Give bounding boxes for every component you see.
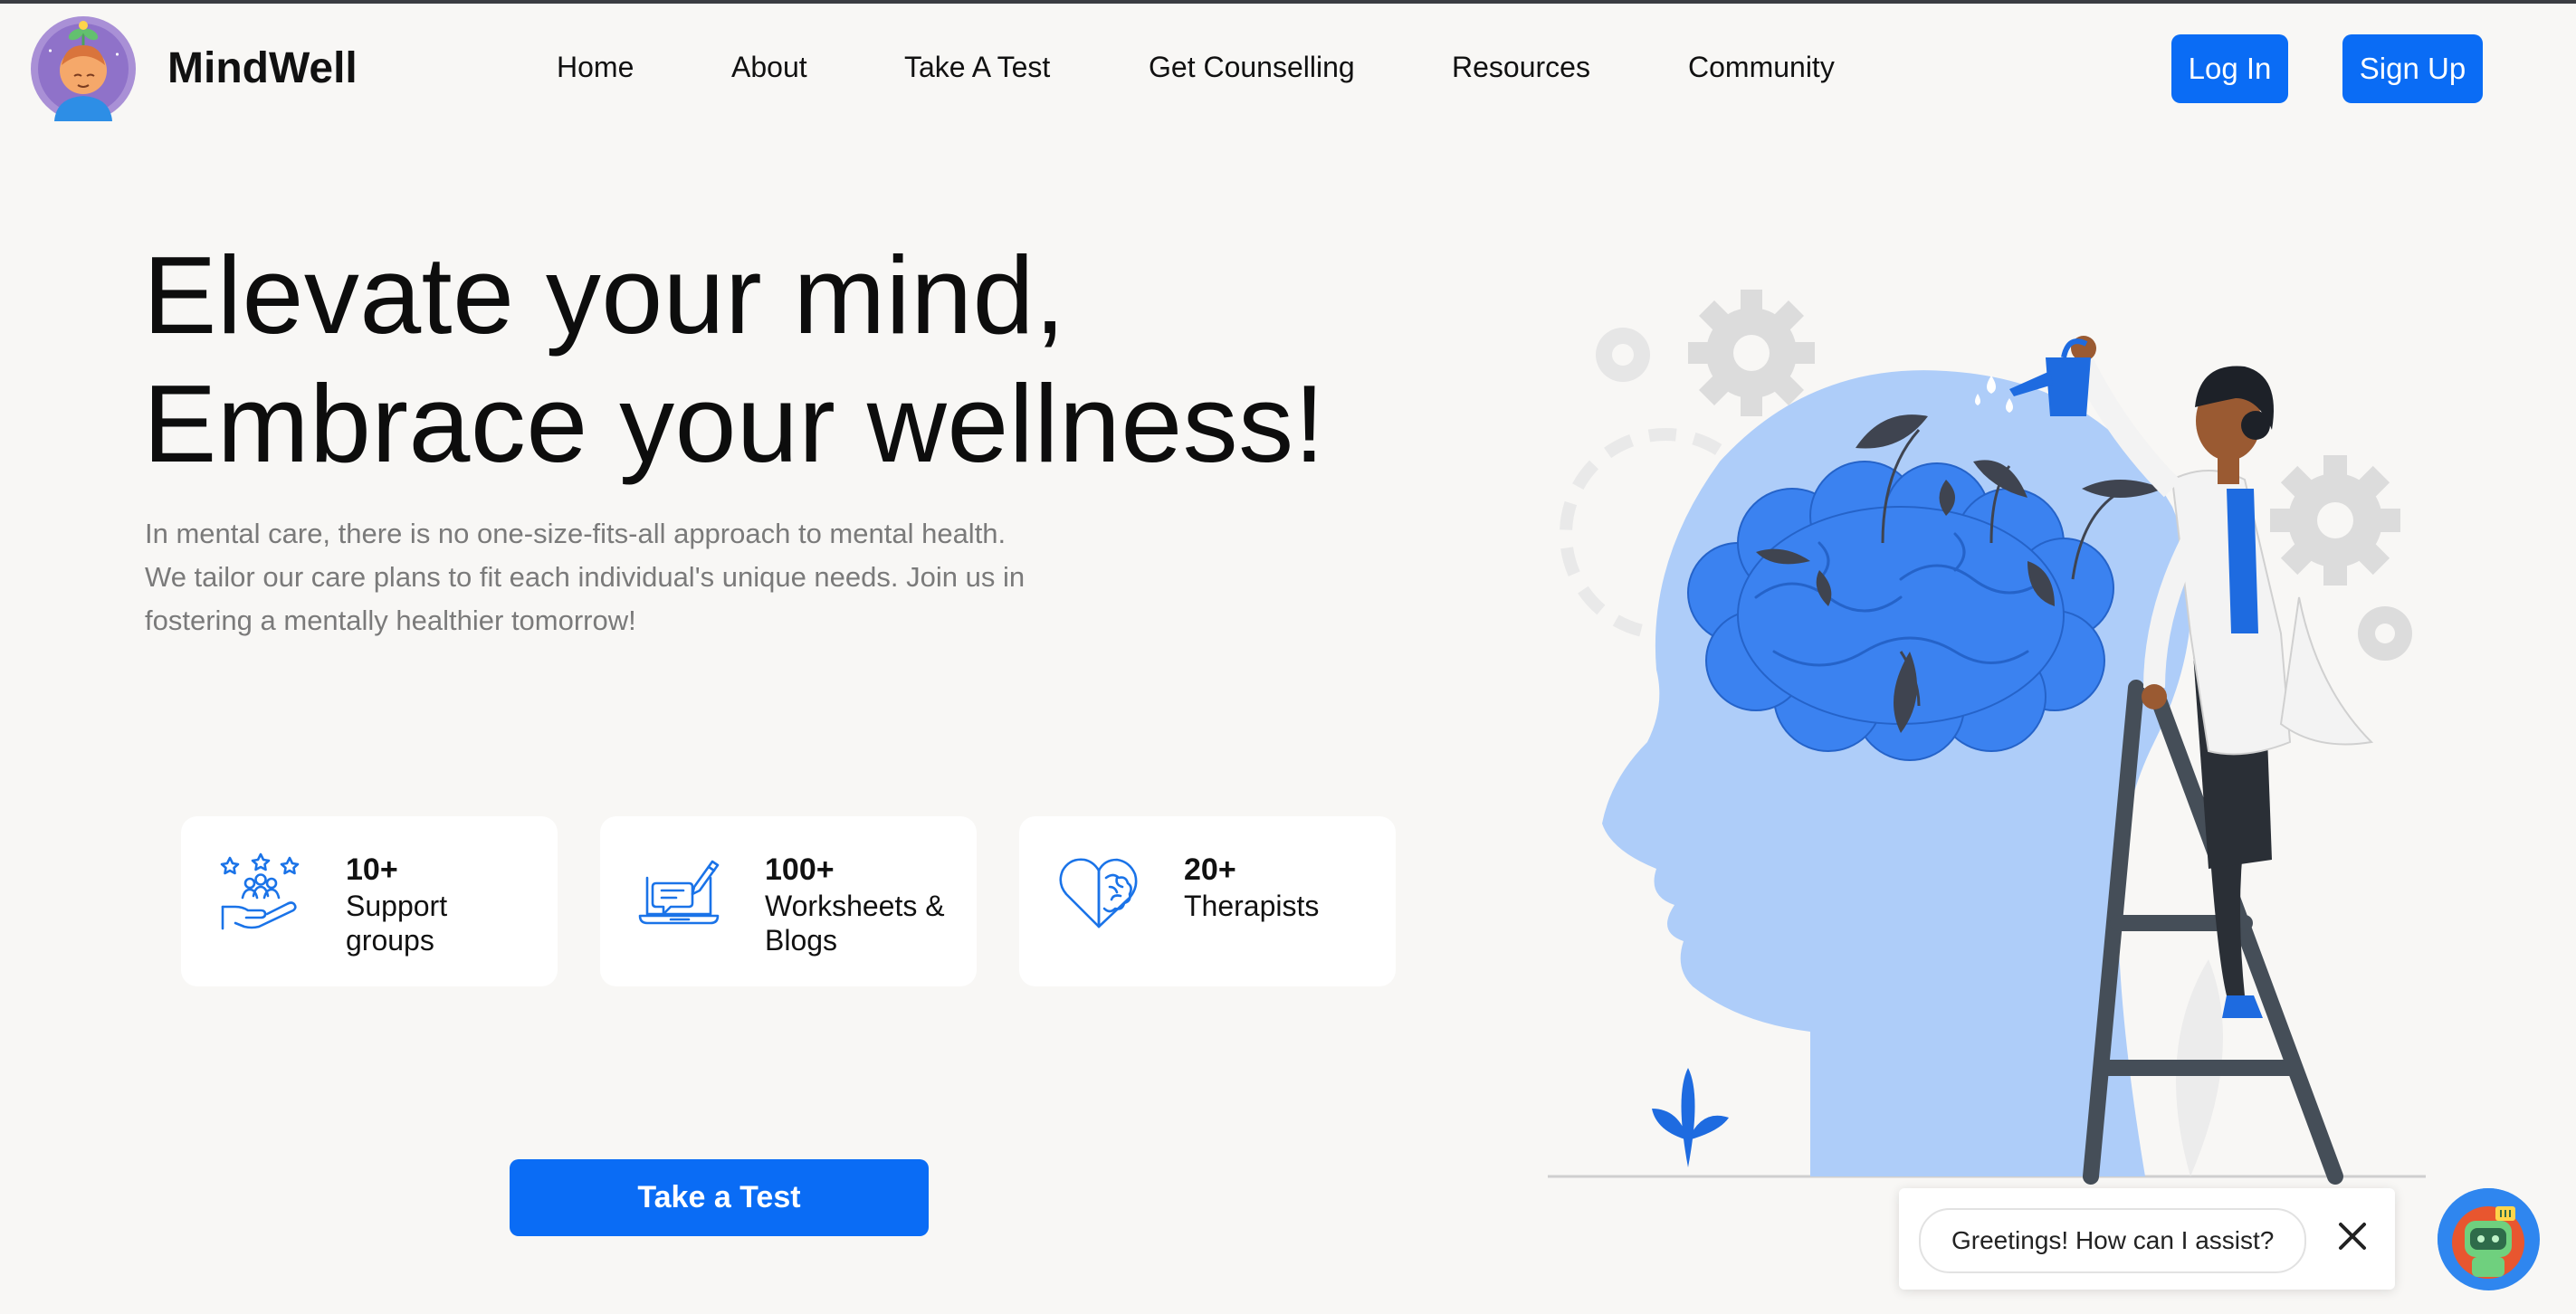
chatbot-launcher-button[interactable]: [2438, 1188, 2540, 1290]
stat-label: Worksheets & Blogs: [765, 889, 964, 957]
nav-take-a-test[interactable]: Take A Test: [904, 51, 1050, 84]
hero-title: Elevate your mind, Embrace your wellness…: [143, 231, 1325, 488]
stat-label-line: Therapists: [1184, 890, 1320, 922]
robot-icon: [2438, 1188, 2539, 1290]
hero-description-line: We tailor our care plans to fit each ind…: [145, 561, 1026, 593]
nav-get-counselling[interactable]: Get Counselling: [1149, 51, 1355, 84]
hero-description-line: fostering a mentally healthier tomorrow!: [145, 605, 636, 636]
stat-label-line: Support: [346, 890, 448, 922]
stat-card-therapists: 20+ Therapists: [1019, 816, 1396, 986]
signup-button[interactable]: Sign Up: [2342, 34, 2483, 103]
hero-title-line-2: Embrace your wellness!: [143, 362, 1326, 485]
hero-description-line: In mental care, there is no one-size-fit…: [145, 518, 1007, 549]
hero-title-line-1: Elevate your mind,: [143, 233, 1066, 357]
stat-label-line: Worksheets &: [765, 890, 945, 922]
meditating-person-icon: [31, 16, 136, 121]
stat-card-worksheets-blogs: 100+ Worksheets & Blogs: [600, 816, 977, 986]
stat-card-support-groups: 10+ Support groups: [181, 816, 558, 986]
hero-description: In mental care, there is no one-size-fit…: [145, 512, 1104, 643]
close-icon[interactable]: [2332, 1215, 2373, 1257]
stat-number: 100+: [765, 852, 835, 887]
take-a-test-button[interactable]: Take a Test: [510, 1159, 929, 1236]
heart-brain-icon: [1059, 858, 1138, 928]
stat-number: 10+: [346, 852, 398, 887]
plant-icon: [1652, 1068, 1729, 1167]
stat-number: 20+: [1184, 852, 1236, 887]
stat-label-line: Blogs: [765, 924, 838, 957]
hero-illustration: [1548, 290, 2426, 1185]
brand-logo[interactable]: [29, 14, 138, 123]
stat-label-line: groups: [346, 924, 434, 957]
nav-home[interactable]: Home: [557, 51, 634, 84]
laptop-writing-icon: [638, 860, 720, 925]
chat-greeting[interactable]: Greetings! How can I assist?: [1919, 1208, 2307, 1273]
stat-label: Support groups: [346, 889, 545, 957]
nav-resources[interactable]: Resources: [1452, 51, 1590, 84]
stat-label: Therapists: [1184, 889, 1383, 923]
nav-about[interactable]: About: [731, 51, 807, 84]
brand-name[interactable]: MindWell: [167, 43, 358, 93]
nav-community[interactable]: Community: [1688, 51, 1835, 84]
chat-popup: Greetings! How can I assist?: [1899, 1188, 2395, 1290]
support-group-hand-icon: [220, 852, 300, 930]
login-button[interactable]: Log In: [2171, 34, 2288, 103]
window-top-border: [0, 0, 2576, 4]
